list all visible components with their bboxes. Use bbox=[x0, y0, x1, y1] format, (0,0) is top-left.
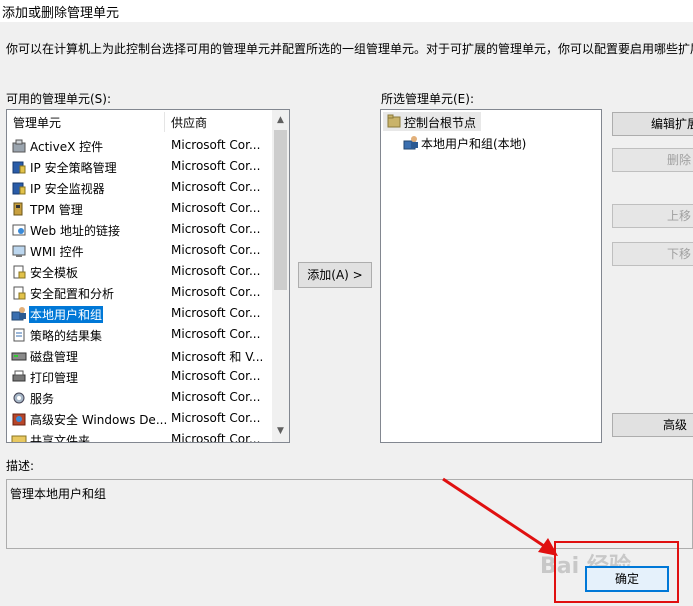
window-title: 添加或删除管理单元 bbox=[2, 6, 120, 21]
tree-root-node[interactable]: 控制台根节点 bbox=[383, 112, 481, 131]
annotation-arrow-icon bbox=[442, 477, 558, 556]
snapin-vendor: Microsoft 和 V... bbox=[171, 350, 264, 364]
security-config-icon bbox=[13, 286, 26, 300]
snapin-name: Web 地址的链接 bbox=[30, 224, 120, 238]
snapin-vendor: Microsoft Cor... bbox=[171, 243, 261, 257]
snapin-name: 高级安全 Windows De... bbox=[30, 413, 168, 427]
snapin-name: 磁盘管理 bbox=[30, 350, 79, 364]
users-groups-icon bbox=[403, 136, 418, 150]
scroll-down-arrow-icon[interactable]: ▼ bbox=[272, 423, 289, 440]
list-item[interactable]: 安全配置和分析 Microsoft Cor... bbox=[7, 282, 272, 303]
available-snapins-list[interactable]: 管理单元 供应商 ActiveX 控件 Microsoft Cor... IP 安全… bbox=[6, 109, 290, 443]
ip-security-monitor-icon bbox=[12, 182, 26, 195]
snapin-name: ActiveX 控件 bbox=[30, 140, 104, 154]
snapin-name: 安全配置和分析 bbox=[30, 287, 115, 301]
web-link-icon bbox=[12, 224, 26, 236]
list-item[interactable]: 磁盘管理 Microsoft 和 V... bbox=[7, 345, 272, 366]
selected-label: 所选管理单元(E): bbox=[381, 92, 474, 106]
move-down-button[interactable]: 下移 bbox=[612, 242, 693, 266]
snapin-name: WMI 控件 bbox=[30, 245, 84, 259]
snapin-name: 策略的结果集 bbox=[30, 329, 103, 343]
list-item[interactable]: ActiveX 控件 Microsoft Cor... bbox=[7, 135, 272, 156]
list-item[interactable]: 服务 Microsoft Cor... bbox=[7, 387, 272, 408]
description-text: 管理本地用户和组 bbox=[10, 487, 107, 501]
column-header-name[interactable]: 管理单元 bbox=[13, 114, 61, 131]
list-item[interactable]: 安全模板 Microsoft Cor... bbox=[7, 261, 272, 282]
list-item[interactable]: 高级安全 Windows De... Microsoft Cor... bbox=[7, 408, 272, 429]
selected-snapins-tree[interactable]: 控制台根节点 本地用户和组(本地) bbox=[380, 109, 602, 443]
add-button[interactable]: 添加(A) > bbox=[298, 262, 372, 288]
description-label: 描述: bbox=[6, 459, 35, 473]
scrollbar-thumb[interactable] bbox=[274, 130, 287, 290]
advanced-button[interactable]: 高级 bbox=[612, 413, 693, 437]
list-item[interactable]: IP 安全策略管理 Microsoft Cor... bbox=[7, 156, 272, 177]
snapin-name: IP 安全策略管理 bbox=[30, 161, 117, 175]
vertical-scrollbar[interactable]: ▲ ▼ bbox=[272, 110, 289, 442]
snapin-vendor: Microsoft Cor... bbox=[171, 327, 261, 341]
snapin-name: 安全模板 bbox=[30, 266, 79, 280]
move-up-button[interactable]: 上移 bbox=[612, 204, 693, 228]
disk-icon bbox=[11, 352, 27, 361]
policy-result-icon bbox=[13, 328, 25, 342]
users-groups-icon bbox=[11, 307, 26, 321]
tree-root-label: 控制台根节点 bbox=[404, 116, 477, 130]
column-divider[interactable] bbox=[164, 112, 165, 132]
list-item[interactable]: 打印管理 Microsoft Cor... bbox=[7, 366, 272, 387]
snapin-vendor: Microsoft Cor... bbox=[171, 306, 261, 320]
annotation-highlight-box bbox=[554, 541, 679, 603]
snapin-vendor: Microsoft Cor... bbox=[171, 432, 261, 443]
scroll-up-arrow-icon[interactable]: ▲ bbox=[272, 112, 289, 129]
list-item[interactable]: 策略的结果集 Microsoft Cor... bbox=[7, 324, 272, 345]
list-header: 管理单元 供应商 bbox=[7, 110, 289, 134]
console-root-folder-icon bbox=[387, 114, 401, 128]
printer-icon bbox=[12, 370, 26, 382]
snapin-name: 共享文件夹 bbox=[30, 434, 91, 443]
snapin-name: 打印管理 bbox=[30, 371, 79, 385]
firewall-icon bbox=[12, 413, 26, 426]
snapin-vendor: Microsoft Cor... bbox=[171, 201, 261, 215]
snapin-vendor: Microsoft Cor... bbox=[171, 222, 261, 236]
remove-button[interactable]: 删除 bbox=[612, 148, 693, 172]
list-item[interactable]: Web 地址的链接 Microsoft Cor... bbox=[7, 219, 272, 240]
snapin-vendor: Microsoft Cor... bbox=[171, 390, 261, 404]
snapin-vendor: Microsoft Cor... bbox=[171, 180, 261, 194]
available-label: 可用的管理单元(S): bbox=[6, 92, 112, 106]
snapin-name: 本地用户和组 bbox=[29, 306, 104, 323]
activex-icon bbox=[12, 139, 26, 153]
intro-text: 你可以在计算机上为此控制台选择可用的管理单元并配置所选的一组管理单元。对于可扩展… bbox=[6, 42, 693, 56]
snapin-name: 服务 bbox=[30, 392, 55, 406]
edit-extensions-button[interactable]: 编辑扩展 bbox=[612, 112, 693, 136]
tree-child-node[interactable]: 本地用户和组(本地) bbox=[401, 133, 561, 152]
shared-folder-icon bbox=[11, 435, 27, 442]
list-item[interactable]: TPM 管理 Microsoft Cor... bbox=[7, 198, 272, 219]
services-gear-icon bbox=[13, 392, 25, 404]
snapin-vendor: Microsoft Cor... bbox=[171, 285, 261, 299]
snapin-name: IP 安全监视器 bbox=[30, 182, 105, 196]
security-template-icon bbox=[13, 265, 26, 279]
wmi-icon bbox=[12, 245, 26, 257]
description-box bbox=[6, 479, 693, 549]
list-item[interactable]: 本地用户和组 Microsoft Cor... bbox=[7, 303, 272, 324]
list-item[interactable]: IP 安全监视器 Microsoft Cor... bbox=[7, 177, 272, 198]
tree-child-label: 本地用户和组(本地) bbox=[421, 137, 527, 151]
snapin-vendor: Microsoft Cor... bbox=[171, 138, 261, 152]
snapin-vendor: Microsoft Cor... bbox=[171, 264, 261, 278]
snapin-vendor: Microsoft Cor... bbox=[171, 369, 261, 383]
snapin-vendor: Microsoft Cor... bbox=[171, 411, 261, 425]
list-item[interactable]: WMI 控件 Microsoft Cor... bbox=[7, 240, 272, 261]
ip-security-policy-icon bbox=[12, 161, 26, 174]
snapin-vendor: Microsoft Cor... bbox=[171, 159, 261, 173]
snapin-name: TPM 管理 bbox=[30, 203, 83, 217]
list-item[interactable]: 共享文件夹 Microsoft Cor... bbox=[7, 429, 272, 443]
column-header-vendor[interactable]: 供应商 bbox=[171, 114, 207, 131]
tpm-icon bbox=[13, 202, 23, 216]
